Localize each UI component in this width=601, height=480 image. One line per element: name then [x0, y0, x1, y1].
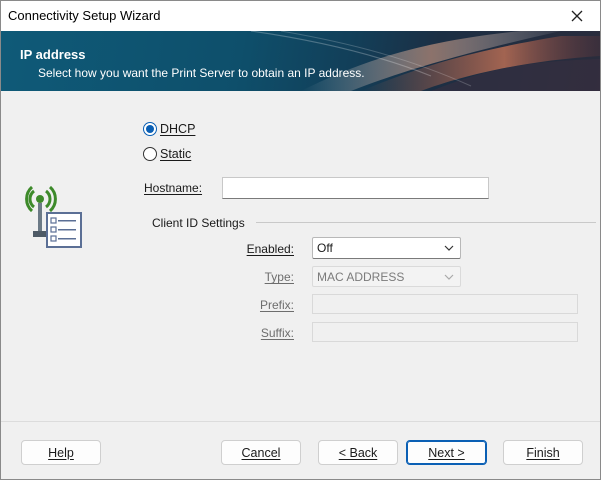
help-button[interactable]: Help: [21, 440, 101, 465]
title-bar: Connectivity Setup Wizard: [1, 1, 600, 31]
banner-heading: IP address: [20, 47, 86, 62]
type-label: Type:: [201, 270, 294, 284]
hostname-input[interactable]: [222, 177, 489, 199]
wireless-network-settings-icon: [25, 185, 82, 248]
header-banner: IP address Select how you want the Print…: [1, 31, 600, 91]
enabled-label: Enabled:: [201, 242, 294, 256]
static-radio[interactable]: [143, 147, 157, 161]
cancel-button-label: Cancel: [241, 445, 281, 460]
button-bar: Help Cancel < Back Next > Finish: [1, 421, 600, 479]
suffix-label: Suffix:: [201, 326, 294, 340]
prefix-label: Prefix:: [201, 298, 294, 312]
static-label: Static: [160, 147, 192, 161]
type-dropdown-value: MAC ADDRESS: [317, 269, 405, 284]
client-id-group-label: Client ID Settings: [152, 216, 251, 230]
prefix-input[interactable]: [312, 294, 578, 314]
wizard-content: DHCP Static Hostname: Client ID Settings…: [1, 91, 600, 421]
enabled-dropdown-value: Off: [317, 241, 333, 255]
finish-button-label: Finish: [526, 445, 560, 460]
hostname-label: Hostname:: [144, 181, 203, 195]
close-button[interactable]: [554, 1, 600, 31]
cancel-button[interactable]: Cancel: [221, 440, 301, 465]
chevron-down-icon: [444, 274, 454, 280]
next-button-label: Next >: [428, 445, 465, 460]
banner-subtitle: Select how you want the Print Server to …: [38, 66, 365, 80]
back-button-label: < Back: [338, 445, 378, 460]
window-title: Connectivity Setup Wizard: [8, 8, 161, 23]
dhcp-radio-option[interactable]: DHCP: [143, 122, 195, 136]
prefix-label-text: Prefix:: [259, 298, 294, 312]
static-radio-option[interactable]: Static: [143, 147, 191, 161]
banner-decoration: [250, 31, 600, 91]
finish-button[interactable]: Finish: [503, 440, 583, 465]
wizard-window: Connectivity Setup Wizard IP address Sel…: [0, 0, 601, 480]
dhcp-radio[interactable]: [143, 122, 157, 136]
type-label-text: Type:: [264, 270, 294, 284]
type-dropdown[interactable]: MAC ADDRESS: [312, 266, 461, 287]
back-button[interactable]: < Back: [318, 440, 398, 465]
enabled-label-text: Enabled:: [246, 242, 294, 256]
chevron-down-icon: [444, 245, 454, 251]
group-divider: [256, 222, 596, 223]
help-button-label: Help: [48, 445, 74, 460]
next-button[interactable]: Next >: [406, 440, 487, 465]
enabled-dropdown[interactable]: Off: [312, 237, 461, 259]
close-icon: [571, 10, 583, 22]
suffix-label-text: Suffix:: [260, 326, 294, 340]
dhcp-label: DHCP: [160, 122, 196, 136]
suffix-input[interactable]: [312, 322, 578, 342]
